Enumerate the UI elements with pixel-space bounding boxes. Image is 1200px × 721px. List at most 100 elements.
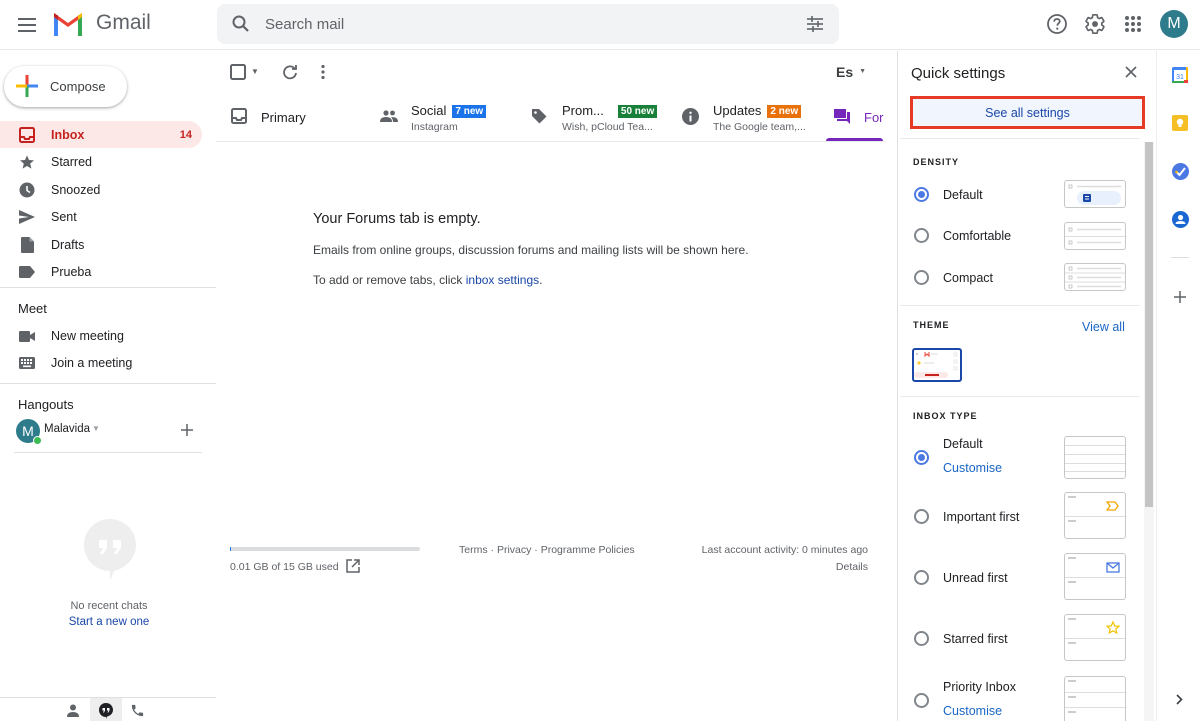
customise-priority-inbox-link[interactable]: Customise <box>943 704 1002 718</box>
density-comfortable-radio[interactable] <box>914 228 929 243</box>
input-language-button[interactable]: Es ▼ <box>836 64 866 80</box>
tab-promotions[interactable]: Prom... 50 new Wish, pCloud Tea... <box>516 92 666 142</box>
density-compact-preview[interactable] <box>1064 263 1126 291</box>
hangouts-tab-button[interactable] <box>90 698 122 721</box>
privacy-link[interactable]: Privacy <box>497 544 531 556</box>
calendar-app-button[interactable]: 31 <box>1172 67 1188 83</box>
tab-title-text: Social <box>411 103 447 118</box>
hangouts-section-title: Hangouts <box>18 397 74 412</box>
main-menu-button[interactable] <box>12 10 42 40</box>
info-icon <box>682 108 699 125</box>
sidebar-item-sent[interactable]: Sent <box>0 203 202 230</box>
sidebar-item-label: Sent <box>51 209 77 224</box>
sidebar-item-drafts[interactable]: Drafts <box>0 231 202 258</box>
inbox-starred-first-radio[interactable] <box>914 631 929 646</box>
apps-button[interactable] <box>1120 11 1146 37</box>
apps-grid-icon <box>1125 16 1141 32</box>
customise-default-inbox-link[interactable]: Customise <box>943 461 1002 475</box>
density-option-label: Comfortable <box>943 229 1012 243</box>
inbox-option-label: Default <box>943 437 983 451</box>
new-conversation-button[interactable] <box>180 423 194 437</box>
account-avatar[interactable]: M <box>1160 10 1188 38</box>
inbox-starred-first-preview[interactable] <box>1064 614 1126 661</box>
close-quick-settings-button[interactable] <box>1125 66 1137 78</box>
contacts-tab-button[interactable] <box>66 704 80 717</box>
quick-settings-panel: Quick settings See all settings DENSITY … <box>897 51 1156 721</box>
add-remove-suffix: . <box>539 273 543 287</box>
calendar-icon: 31 <box>1172 67 1188 83</box>
inbox-important-first-preview[interactable] <box>1064 492 1126 539</box>
tab-primary[interactable]: Primary <box>216 92 366 142</box>
footer-links: Terms · Privacy · Programme Policies <box>459 544 635 556</box>
inbox-default-radio[interactable] <box>914 450 929 465</box>
more-options-button[interactable] <box>320 64 326 80</box>
new-count-badge: 7 new <box>452 105 487 118</box>
plus-icon <box>181 424 193 436</box>
tab-forums[interactable]: For <box>826 92 884 142</box>
programme-policies-link[interactable]: Programme Policies <box>541 544 635 556</box>
new-count-badge: 50 new <box>617 105 658 118</box>
new-count-badge: 2 new <box>767 105 802 118</box>
keep-app-button[interactable] <box>1172 115 1188 131</box>
density-compact-radio[interactable] <box>914 270 929 285</box>
people-icon <box>380 110 398 122</box>
settings-button[interactable] <box>1082 11 1108 37</box>
join-meeting-button[interactable]: Join a meeting <box>0 349 202 376</box>
new-meeting-button[interactable]: New meeting <box>0 322 202 349</box>
inbox-unread-first-preview[interactable] <box>1064 553 1126 600</box>
search-bar[interactable] <box>217 4 839 44</box>
search-input[interactable] <box>265 4 785 44</box>
density-comfortable-preview[interactable] <box>1064 222 1126 250</box>
inbox-priority-radio[interactable] <box>914 693 929 708</box>
panel-divider <box>900 396 1140 397</box>
status-dropdown-icon[interactable]: ▼ <box>92 424 100 433</box>
sidebar-item-prueba[interactable]: Prueba <box>0 258 202 285</box>
refresh-button[interactable] <box>282 64 298 80</box>
inbox-important-first-radio[interactable] <box>914 509 929 524</box>
activity-details-link[interactable]: Details <box>760 561 868 573</box>
inbox-default-preview[interactable] <box>1064 436 1126 479</box>
select-all-checkbox[interactable] <box>230 64 246 80</box>
sidebar-item-inbox[interactable]: Inbox 14 <box>0 121 202 148</box>
tab-updates[interactable]: Updates 2 new The Google team,... <box>666 92 826 142</box>
sidebar-item-snoozed[interactable]: Snoozed <box>0 176 202 203</box>
select-dropdown-icon[interactable]: ▼ <box>251 67 259 76</box>
inbox-unread-first-radio[interactable] <box>914 570 929 585</box>
tab-title-text: Updates <box>713 103 762 118</box>
language-indicator: Es <box>836 64 854 80</box>
theme-thumbnail-default[interactable] <box>912 348 962 382</box>
top-header: Gmail M <box>0 0 1200 50</box>
separator: · <box>487 544 497 556</box>
rail-divider <box>1171 257 1189 258</box>
inbox-priority-preview[interactable] <box>1064 676 1126 721</box>
contacts-app-button[interactable] <box>1172 211 1189 228</box>
tasks-icon <box>1172 163 1189 180</box>
show-side-panel-button[interactable] <box>1176 694 1183 705</box>
active-tab-indicator <box>826 138 883 141</box>
tasks-app-button[interactable] <box>1172 163 1189 180</box>
close-icon <box>1125 66 1137 78</box>
help-button[interactable] <box>1044 11 1070 37</box>
see-all-settings-button[interactable]: See all settings <box>910 96 1145 129</box>
sidebar-item-label: Drafts <box>51 237 85 252</box>
online-status-dot <box>33 436 42 445</box>
compose-button[interactable]: Compose <box>4 66 127 107</box>
density-default-radio[interactable] <box>914 187 929 202</box>
inbox-settings-link[interactable]: inbox settings <box>466 273 539 287</box>
add-remove-prefix: To add or remove tabs, click <box>313 273 466 287</box>
phone-tab-button[interactable] <box>130 703 145 718</box>
get-addons-button[interactable] <box>1174 291 1186 303</box>
tab-social[interactable]: Social 7 new Instagram <box>366 92 516 142</box>
view-all-themes-link[interactable]: View all <box>1082 320 1125 334</box>
manage-storage-link[interactable] <box>346 559 360 573</box>
filter-options-icon[interactable] <box>805 14 825 34</box>
sidebar-item-starred[interactable]: Starred <box>0 148 202 175</box>
hangouts-user-name[interactable]: Malavida <box>44 423 90 435</box>
density-default-preview[interactable] <box>1064 180 1126 208</box>
panel-scrollbar-thumb[interactable] <box>1145 142 1153 507</box>
search-icon[interactable] <box>231 14 251 34</box>
terms-link[interactable]: Terms <box>459 544 488 556</box>
separator: · <box>531 544 541 556</box>
start-new-chat-link[interactable]: Start a new one <box>0 616 218 628</box>
gmail-logo-icon[interactable] <box>52 12 84 36</box>
